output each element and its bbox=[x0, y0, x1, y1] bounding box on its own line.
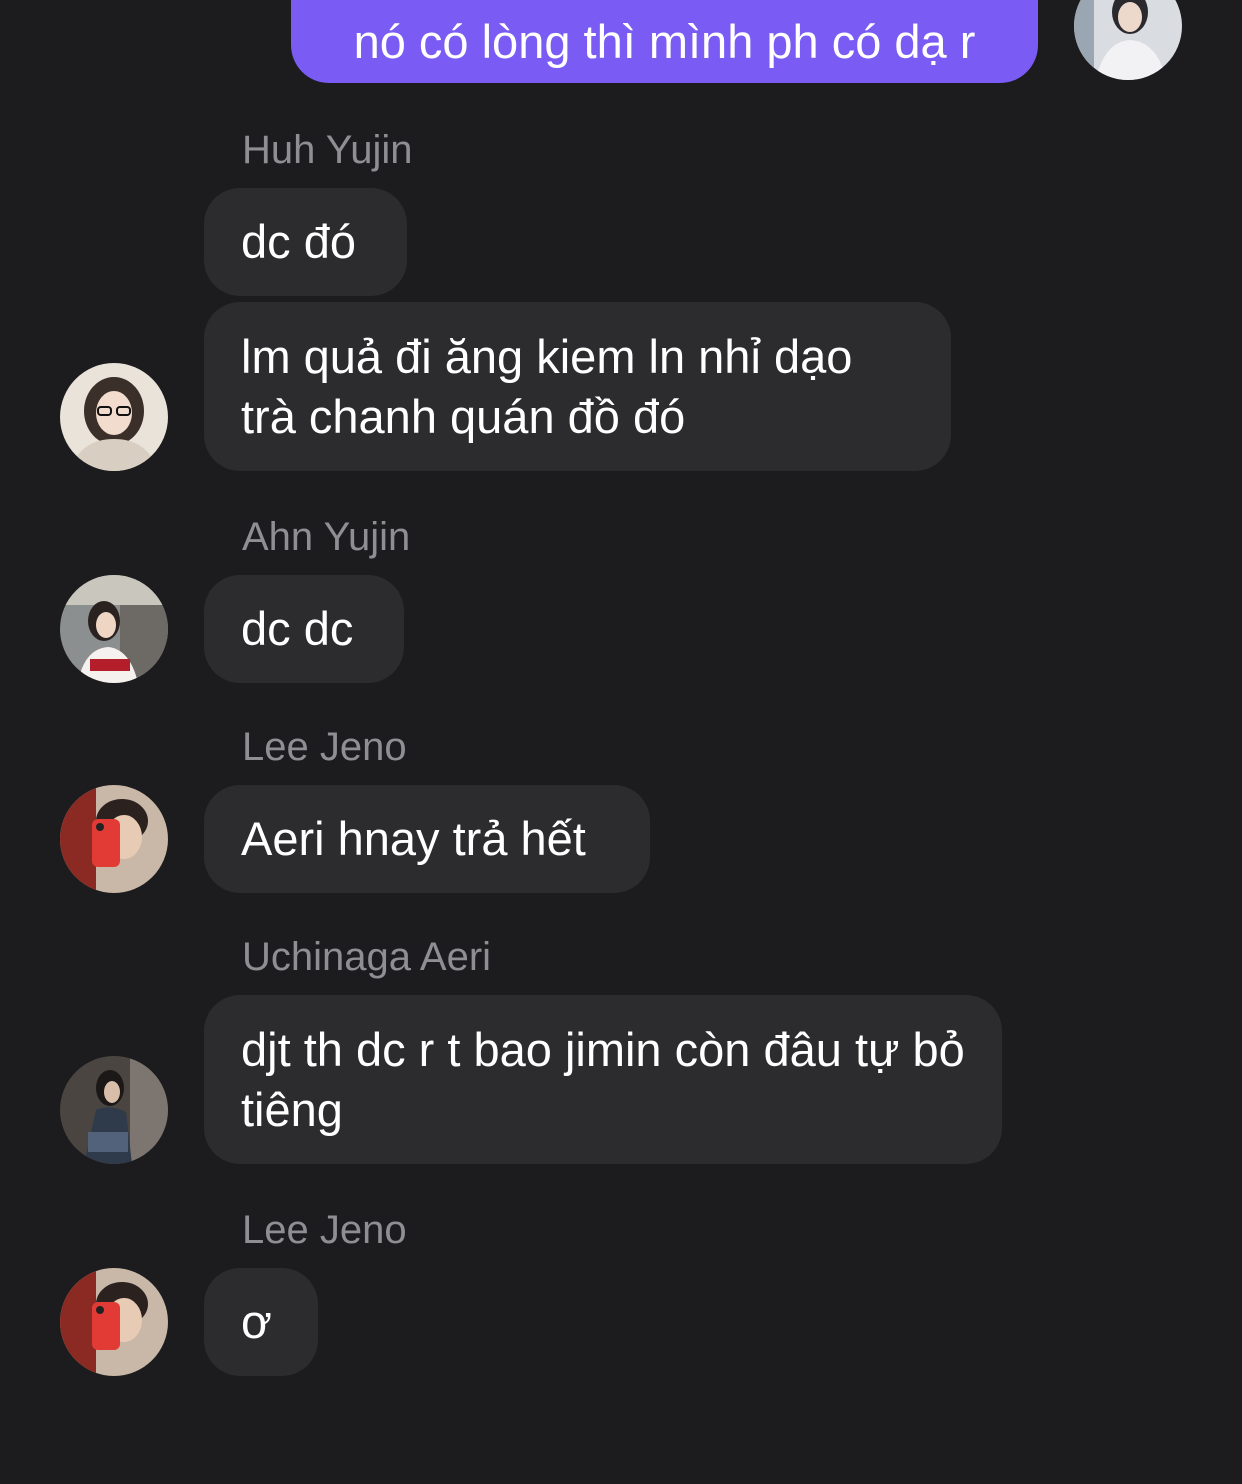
message-text: dc đó bbox=[241, 215, 356, 268]
incoming-message-bubble[interactable]: Aeri hnay trả hết bbox=[204, 785, 650, 893]
sender-name: Lee Jeno bbox=[242, 725, 407, 769]
message-text: djt th dc r t bao jimin còn đâu tự bỏ ti… bbox=[241, 1022, 978, 1136]
incoming-message-bubble[interactable]: dc dc bbox=[204, 575, 404, 683]
message-text: nó có lòng thì mình ph có dạ r bbox=[353, 14, 976, 68]
sender-name: Ahn Yujin bbox=[242, 515, 411, 559]
message-text: ơ bbox=[241, 1295, 272, 1348]
self-avatar[interactable] bbox=[1074, 0, 1182, 80]
incoming-message-bubble[interactable]: ơ bbox=[204, 1268, 318, 1376]
sender-name: Uchinaga Aeri bbox=[242, 935, 492, 979]
sender-name: Lee Jeno bbox=[242, 1208, 407, 1252]
sender-name: Huh Yujin bbox=[242, 128, 413, 172]
huh-yujin-avatar[interactable] bbox=[60, 363, 168, 471]
incoming-message-bubble[interactable]: djt th dc r t bao jimin còn đâu tự bỏ ti… bbox=[204, 995, 1002, 1164]
lee-jeno-avatar[interactable] bbox=[60, 1268, 168, 1376]
ahn-yujin-avatar[interactable] bbox=[60, 575, 168, 683]
message-text: dc dc bbox=[241, 602, 354, 655]
incoming-message-bubble[interactable]: lm quả đi ăng kiem ln nhỉ dạo trà chanh … bbox=[204, 302, 951, 471]
lee-jeno-avatar[interactable] bbox=[60, 785, 168, 893]
outgoing-message-bubble[interactable]: nó có lòng thì mình ph có dạ r bbox=[291, 0, 1038, 83]
message-text: Aeri hnay trả hết bbox=[241, 812, 586, 865]
message-text: lm quả đi ăng kiem ln nhỉ dạo trà chanh … bbox=[241, 329, 866, 443]
incoming-message-bubble[interactable]: dc đó bbox=[204, 188, 407, 296]
uchinaga-aeri-avatar[interactable] bbox=[60, 1056, 168, 1164]
